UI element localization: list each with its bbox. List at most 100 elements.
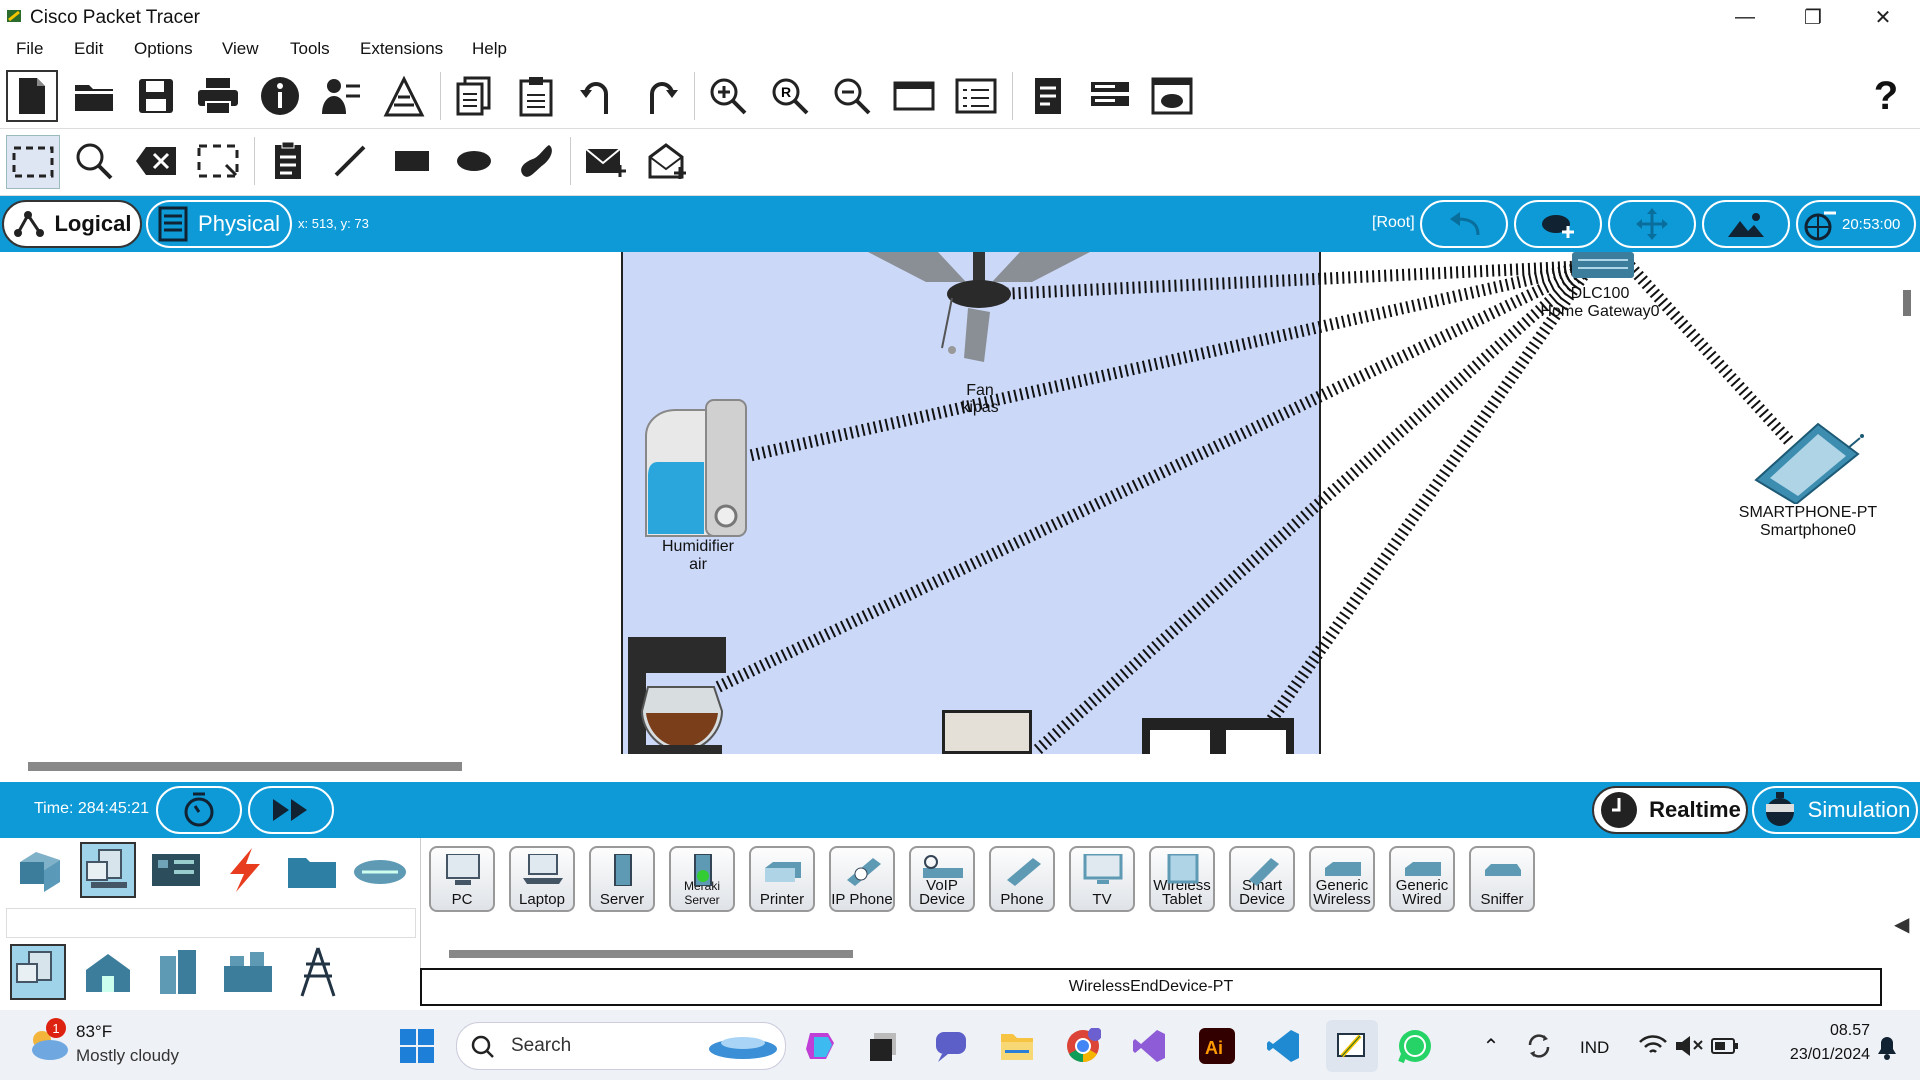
maximize-button[interactable]: ❐ bbox=[1778, 0, 1848, 34]
workspace-canvas[interactable]: Fan kipas Humidifier air DLC100 Home Gat… bbox=[0, 252, 1920, 782]
vertical-scrollbar[interactable] bbox=[1903, 290, 1911, 316]
add-simple-pdu-icon[interactable] bbox=[580, 135, 632, 187]
device-printer[interactable]: Printer bbox=[749, 846, 815, 912]
fast-forward-button[interactable] bbox=[248, 786, 334, 834]
activity-wizard-icon[interactable] bbox=[378, 70, 430, 122]
menu-view[interactable]: View bbox=[222, 39, 259, 59]
humidifier-device[interactable] bbox=[636, 396, 754, 538]
place-note-icon[interactable] bbox=[262, 135, 314, 187]
drawing-palette-icon[interactable] bbox=[888, 70, 940, 122]
info-icon[interactable] bbox=[254, 70, 306, 122]
device-server[interactable]: Server bbox=[589, 846, 655, 912]
set-background-button[interactable] bbox=[1702, 200, 1790, 248]
save-icon[interactable] bbox=[130, 70, 182, 122]
show-hidden-icons-icon[interactable]: ⌃ bbox=[1470, 1025, 1512, 1067]
physical-tab[interactable]: Physical bbox=[146, 200, 292, 248]
whatsapp-icon[interactable] bbox=[1394, 1025, 1436, 1067]
back-button[interactable] bbox=[1420, 200, 1508, 248]
start-icon[interactable] bbox=[396, 1025, 438, 1067]
taskbar-search[interactable]: Search bbox=[456, 1022, 786, 1070]
close-button[interactable]: ✕ bbox=[1848, 0, 1918, 34]
device-smart-device[interactable]: Smart Device bbox=[1229, 846, 1295, 912]
device-meraki-server[interactable]: Meraki Server bbox=[669, 846, 735, 912]
menu-file[interactable]: File bbox=[16, 39, 43, 59]
copilot-icon[interactable] bbox=[800, 1025, 842, 1067]
viewport-clock-button[interactable]: 20:53:00 bbox=[1796, 200, 1916, 248]
menu-edit[interactable]: Edit bbox=[74, 39, 103, 59]
device-tv[interactable]: TV bbox=[1069, 846, 1135, 912]
new-file-icon[interactable] bbox=[6, 70, 58, 122]
undo-icon[interactable] bbox=[572, 70, 624, 122]
device-list-scrollbar[interactable] bbox=[449, 950, 853, 958]
copy-icon[interactable] bbox=[448, 70, 500, 122]
menu-options[interactable]: Options bbox=[134, 39, 193, 59]
fan-device[interactable] bbox=[868, 252, 1090, 376]
end-devices-category-icon[interactable] bbox=[80, 842, 136, 898]
print-icon[interactable] bbox=[192, 70, 244, 122]
device-wireless-tablet[interactable]: Wireless Tablet bbox=[1149, 846, 1215, 912]
notification-bell-icon[interactable] bbox=[1866, 1025, 1908, 1067]
network-devices-category-icon[interactable] bbox=[12, 842, 68, 898]
cloud-window-icon[interactable] bbox=[1146, 70, 1198, 122]
zoom-in-icon[interactable] bbox=[702, 70, 754, 122]
menu-help[interactable]: Help bbox=[472, 39, 507, 59]
menu-extensions[interactable]: Extensions bbox=[360, 39, 443, 59]
smart-city-subcategory-icon[interactable] bbox=[150, 944, 206, 1000]
device-pc[interactable]: PC bbox=[429, 846, 495, 912]
device-voip[interactable]: VoIP Device bbox=[909, 846, 975, 912]
teams-chat-icon[interactable] bbox=[930, 1025, 972, 1067]
horizontal-scrollbar[interactable] bbox=[28, 762, 462, 771]
sync-icon[interactable] bbox=[1518, 1025, 1560, 1067]
zoom-out-icon[interactable] bbox=[826, 70, 878, 122]
home-subcategory-icon[interactable] bbox=[80, 944, 136, 1000]
notes-icon[interactable] bbox=[1022, 70, 1074, 122]
window-device[interactable] bbox=[942, 710, 1032, 754]
miscellaneous-category-icon[interactable] bbox=[284, 842, 340, 898]
task-view-icon[interactable] bbox=[862, 1025, 904, 1067]
device-generic-wired[interactable]: Generic Wired bbox=[1389, 846, 1455, 912]
logical-tab[interactable]: Logical bbox=[2, 200, 142, 248]
menu-tools[interactable]: Tools bbox=[290, 39, 330, 59]
connections-category-icon[interactable] bbox=[216, 842, 272, 898]
vscode-icon[interactable] bbox=[1262, 1025, 1304, 1067]
network-devices-icon[interactable] bbox=[1084, 70, 1136, 122]
industrial-subcategory-icon[interactable] bbox=[220, 944, 276, 1000]
device-phone[interactable]: Phone bbox=[989, 846, 1055, 912]
draw-ellipse-icon[interactable] bbox=[448, 135, 500, 187]
add-complex-pdu-icon[interactable] bbox=[642, 135, 694, 187]
collapse-arrow-icon[interactable]: ◀ bbox=[1894, 912, 1909, 937]
power-cycle-button[interactable] bbox=[156, 786, 242, 834]
resize-shape-icon[interactable] bbox=[192, 135, 244, 187]
delete-icon[interactable] bbox=[130, 135, 182, 187]
realtime-tab[interactable]: Realtime bbox=[1592, 786, 1748, 834]
select-icon[interactable] bbox=[6, 135, 60, 189]
multiuser-category-icon[interactable] bbox=[352, 842, 408, 898]
freeform-icon[interactable] bbox=[510, 135, 562, 187]
battery-icon[interactable] bbox=[1704, 1025, 1746, 1067]
packet-tracer-taskbar-icon[interactable] bbox=[1326, 1020, 1378, 1072]
components-category-icon[interactable] bbox=[148, 842, 204, 898]
draw-rectangle-icon[interactable] bbox=[386, 135, 438, 187]
device-laptop[interactable]: Laptop bbox=[509, 846, 575, 912]
redo-icon[interactable] bbox=[634, 70, 686, 122]
zoom-reset-icon[interactable]: R bbox=[764, 70, 816, 122]
home-gateway-device[interactable] bbox=[1570, 252, 1636, 280]
power-grid-subcategory-icon[interactable] bbox=[290, 944, 346, 1000]
coffee-maker-device[interactable] bbox=[628, 637, 726, 754]
visual-studio-icon[interactable] bbox=[1128, 1025, 1170, 1067]
new-cluster-button[interactable] bbox=[1514, 200, 1602, 248]
help-icon[interactable]: ? bbox=[1860, 70, 1912, 122]
end-devices-subcategory-icon[interactable] bbox=[10, 944, 66, 1000]
illustrator-icon[interactable]: Ai bbox=[1196, 1025, 1238, 1067]
custom-devices-icon[interactable] bbox=[950, 70, 1002, 122]
move-object-button[interactable] bbox=[1608, 200, 1696, 248]
draw-line-icon[interactable] bbox=[324, 135, 376, 187]
smartphone-device[interactable] bbox=[1748, 420, 1868, 506]
file-explorer-icon[interactable] bbox=[996, 1025, 1038, 1067]
paste-icon[interactable] bbox=[510, 70, 562, 122]
inspect-icon[interactable] bbox=[68, 135, 120, 187]
simulation-tab[interactable]: Simulation bbox=[1752, 786, 1918, 834]
minimize-button[interactable]: — bbox=[1710, 0, 1780, 34]
language-indicator[interactable]: IND bbox=[1580, 1038, 1609, 1058]
device-sniffer[interactable]: Sniffer bbox=[1469, 846, 1535, 912]
